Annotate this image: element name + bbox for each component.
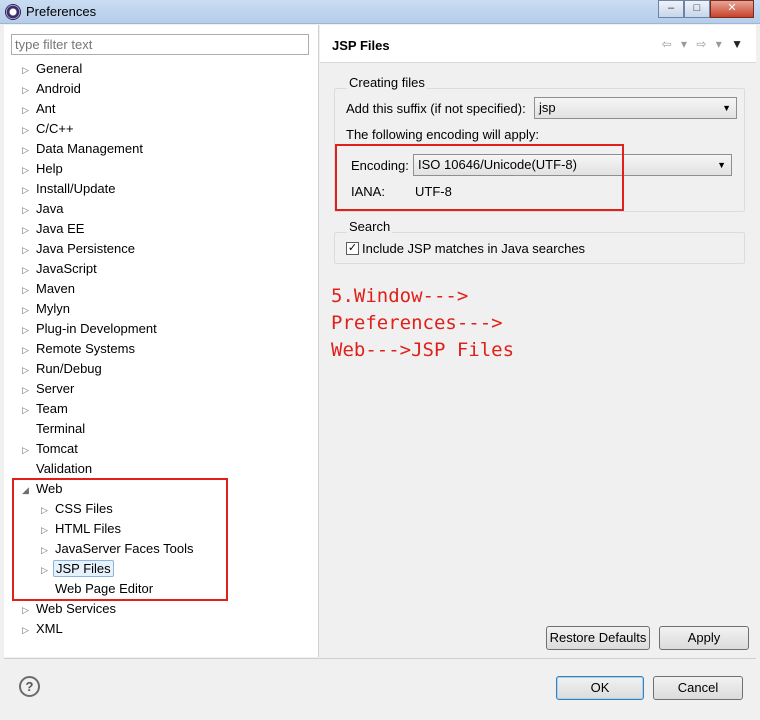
tree-item[interactable]: ▷ Install/Update <box>22 179 118 199</box>
maximize-button[interactable]: □ <box>684 0 710 18</box>
expand-arrow-icon[interactable]: ▷ <box>22 380 34 400</box>
tree-item[interactable]: ▷ Run/Debug <box>22 359 104 379</box>
back-forward-icon[interactable]: ⇦ ▾ ⇨ ▾ <box>662 37 725 51</box>
tree-item[interactable]: ▷ Data Management <box>22 139 145 159</box>
footer-separator <box>4 658 756 659</box>
chevron-down-icon: ▼ <box>717 160 726 170</box>
tree-item-label: Java Persistence <box>36 241 135 256</box>
tree-item-label: Android <box>36 81 81 96</box>
page-header: JSP Files ⇦ ▾ ⇨ ▾ ▼ <box>320 25 756 63</box>
tree-item-label: Web Services <box>36 601 116 616</box>
tree-item[interactable]: ▷ Team <box>22 399 70 419</box>
tree-item-label: C/C++ <box>36 121 74 136</box>
eclipse-icon <box>5 4 21 20</box>
tree-item-label: Ant <box>36 101 56 116</box>
tree-item-label: XML <box>36 621 63 636</box>
expand-arrow-icon[interactable]: ▷ <box>22 60 34 80</box>
expand-arrow-icon[interactable]: ▷ <box>22 360 34 380</box>
tree-item-label: Server <box>36 381 75 396</box>
tree-item[interactable]: ▷ Java Persistence <box>22 239 137 259</box>
restore-defaults-button[interactable]: Restore Defaults <box>546 626 650 650</box>
expand-arrow-icon[interactable]: ▷ <box>22 400 34 420</box>
history-nav-icons[interactable]: ⇦ ▾ ⇨ ▾ ▼ <box>662 37 746 51</box>
page-title: JSP Files <box>332 38 390 53</box>
tree-item-label: Help <box>36 161 63 176</box>
tree-item-label: Remote Systems <box>36 341 135 356</box>
tree-item[interactable]: ▷ Web Services <box>22 599 118 619</box>
tree-item[interactable]: Validation <box>22 459 94 479</box>
tree-item[interactable]: ▷ Tomcat <box>22 439 80 459</box>
expand-arrow-icon[interactable]: ▷ <box>22 80 34 100</box>
apply-button[interactable]: Apply <box>659 626 749 650</box>
expand-arrow-icon[interactable]: ▷ <box>22 440 34 460</box>
minimize-button[interactable]: – <box>658 0 684 18</box>
creating-files-label: Creating files <box>347 75 427 90</box>
expand-arrow-icon[interactable]: ▷ <box>22 240 34 260</box>
encoding-note: The following encoding will apply: <box>346 127 539 142</box>
tree-item-label: Team <box>36 401 68 416</box>
chevron-down-icon: ▼ <box>722 103 731 113</box>
tree-item[interactable]: ▷ General <box>22 59 84 79</box>
search-label: Search <box>347 219 393 234</box>
window-title: Preferences <box>26 4 97 19</box>
cancel-button[interactable]: Cancel <box>653 676 743 700</box>
tree-item[interactable]: ▷ C/C++ <box>22 119 76 139</box>
expand-arrow-icon[interactable]: ▷ <box>22 200 34 220</box>
web-highlight-box <box>12 478 228 601</box>
expand-arrow-icon[interactable]: ▷ <box>22 180 34 200</box>
close-button[interactable]: ✕ <box>710 0 754 18</box>
instruction-annotation: 5.Window---> Preferences---> Web--->JSP … <box>331 285 515 361</box>
expand-arrow-icon[interactable]: ▷ <box>22 220 34 240</box>
tree-item[interactable]: ▷ Android <box>22 79 83 99</box>
tree-item[interactable]: ▷ Java EE <box>22 219 86 239</box>
suffix-value: jsp <box>539 100 556 115</box>
expand-arrow-icon[interactable]: ▷ <box>22 140 34 160</box>
ok-button[interactable]: OK <box>556 676 644 700</box>
tree-item-label: Maven <box>36 281 76 296</box>
include-jsp-label[interactable]: Include JSP matches in Java searches <box>362 241 585 256</box>
expand-arrow-icon[interactable]: ▷ <box>22 260 34 280</box>
tree-item-label: JavaScript <box>36 261 97 276</box>
tree-item[interactable]: ▷ Ant <box>22 99 58 119</box>
include-jsp-checkbox[interactable]: ✓ <box>346 242 359 255</box>
tree-item-label: Validation <box>36 461 93 476</box>
expand-arrow-icon[interactable]: ▷ <box>22 160 34 180</box>
expand-arrow-icon[interactable]: ▷ <box>22 600 34 620</box>
tree-item[interactable]: ▷ Server <box>22 379 76 399</box>
suffix-select[interactable]: jsp ▼ <box>534 97 737 119</box>
tree-item-label: Java EE <box>36 221 85 236</box>
tree-item[interactable]: ▷ Plug-in Development <box>22 319 159 339</box>
view-menu-icon[interactable]: ▼ <box>731 37 746 51</box>
tree-item-label: Tomcat <box>36 441 78 456</box>
help-icon[interactable]: ? <box>19 676 40 697</box>
expand-arrow-icon[interactable]: ▷ <box>22 280 34 300</box>
tree-item-label: Mylyn <box>36 301 70 316</box>
title-bar: Preferences – □ ✕ <box>0 0 760 24</box>
tree-item[interactable]: ▷ Remote Systems <box>22 339 137 359</box>
tree-item-label: General <box>36 61 83 76</box>
tree-item[interactable]: ▷ JavaScript <box>22 259 99 279</box>
encoding-highlight-box <box>335 144 624 211</box>
expand-arrow-icon[interactable]: ▷ <box>22 100 34 120</box>
tree-item-label: Java <box>36 201 64 216</box>
tree-item[interactable]: ▷ XML <box>22 619 65 639</box>
tree-item-label: Run/Debug <box>36 361 102 376</box>
tree-item[interactable]: ▷ Maven <box>22 279 77 299</box>
filter-input[interactable] <box>11 34 309 55</box>
tree-item[interactable]: Terminal <box>22 419 87 439</box>
tree-item-label: Terminal <box>36 421 86 436</box>
tree-item-label: Install/Update <box>36 181 116 196</box>
tree-item[interactable]: ▷ Java <box>22 199 65 219</box>
tree-item[interactable]: ▷ Help <box>22 159 65 179</box>
expand-arrow-icon[interactable]: ▷ <box>22 320 34 340</box>
expand-arrow-icon[interactable]: ▷ <box>22 120 34 140</box>
expand-arrow-icon[interactable]: ▷ <box>22 620 34 640</box>
tree-item[interactable]: ▷ Mylyn <box>22 299 72 319</box>
window-controls: – □ ✕ <box>658 0 754 18</box>
tree-item-label: Plug-in Development <box>36 321 157 336</box>
tree-item-label: Data Management <box>36 141 143 156</box>
suffix-label: Add this suffix (if not specified): <box>346 101 526 116</box>
expand-arrow-icon[interactable]: ▷ <box>22 300 34 320</box>
expand-arrow-icon[interactable]: ▷ <box>22 340 34 360</box>
